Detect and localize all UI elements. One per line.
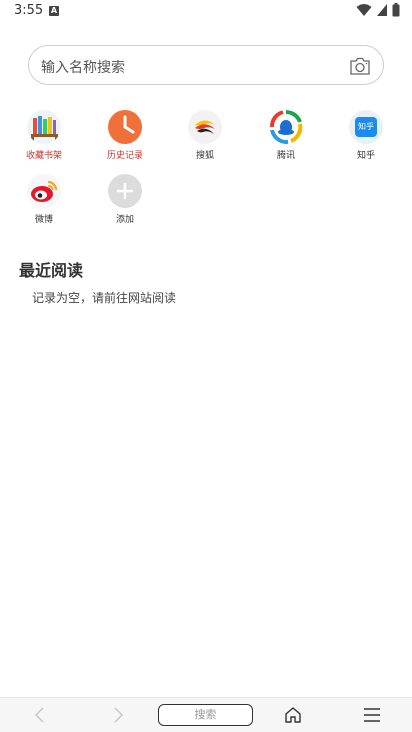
back-arrow-icon[interactable] bbox=[30, 706, 50, 724]
status-time: 3:55 bbox=[14, 3, 44, 18]
shortcut-label: 腾讯 bbox=[276, 151, 295, 161]
shortcut-sohu[interactable]: 搜狐 bbox=[175, 110, 235, 161]
wifi-icon bbox=[356, 4, 372, 16]
shortcut-add[interactable]: 添加 bbox=[95, 174, 155, 225]
shortcut-bookshelf[interactable]: 收藏书架 bbox=[14, 110, 74, 161]
forward-arrow-icon[interactable] bbox=[108, 706, 128, 724]
shortcut-history[interactable]: 历史记录 bbox=[95, 110, 155, 161]
shortcut-label: 搜狐 bbox=[195, 151, 214, 161]
status-bar: 3:55 A bbox=[0, 0, 412, 24]
add-icon bbox=[108, 174, 142, 208]
camera-icon[interactable] bbox=[349, 56, 371, 76]
menu-icon[interactable] bbox=[362, 706, 382, 724]
shortcut-tencent[interactable]: 腾讯 bbox=[256, 110, 316, 161]
signal-icon bbox=[377, 4, 387, 16]
shortcut-weibo[interactable]: 微博 bbox=[14, 174, 74, 225]
home-icon[interactable] bbox=[283, 706, 303, 724]
status-icons bbox=[356, 3, 400, 17]
shortcut-label: 微博 bbox=[34, 215, 53, 225]
battery-icon bbox=[392, 3, 400, 17]
recent-reading-title: 最近阅读 bbox=[19, 261, 84, 280]
weibo-icon bbox=[27, 174, 61, 208]
shortcut-label: 收藏书架 bbox=[25, 151, 62, 161]
shortcut-zhihu[interactable]: 知乎 知乎 bbox=[336, 110, 396, 161]
recent-empty-message: 记录为空，请前往网站阅读 bbox=[32, 291, 177, 305]
bottom-search-button[interactable]: 搜索 bbox=[158, 704, 253, 726]
shortcut-label: 历史记录 bbox=[106, 151, 143, 161]
bookshelf-icon bbox=[27, 110, 61, 144]
shortcut-label: 添加 bbox=[115, 215, 134, 225]
bottom-toolbar: 搜索 bbox=[0, 697, 412, 732]
tencent-icon bbox=[269, 110, 303, 144]
shortcut-label: 知乎 bbox=[356, 151, 375, 161]
zhihu-logo-text: 知乎 bbox=[355, 117, 377, 137]
sohu-icon bbox=[188, 110, 222, 144]
search-placeholder: 输入名称搜索 bbox=[41, 60, 125, 76]
search-input[interactable]: 输入名称搜索 bbox=[28, 45, 384, 85]
zhihu-icon: 知乎 bbox=[349, 110, 383, 144]
notification-a-icon: A bbox=[49, 6, 59, 16]
clock-icon bbox=[108, 110, 142, 144]
